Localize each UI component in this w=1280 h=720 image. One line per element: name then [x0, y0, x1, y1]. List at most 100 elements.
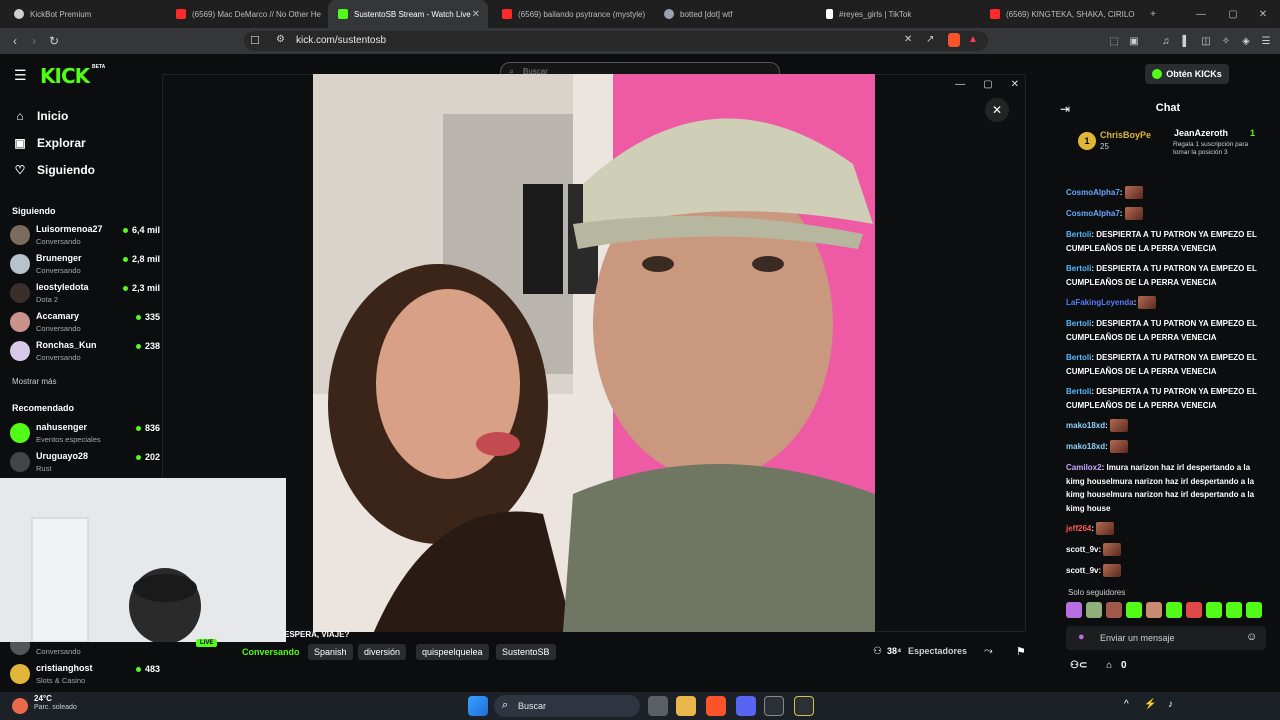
- discord-icon[interactable]: [736, 696, 756, 716]
- url-text[interactable]: kick.com/sustentosb: [296, 35, 386, 46]
- get-kicks-button[interactable]: Obtén KICKs: [1145, 64, 1229, 84]
- chat-username[interactable]: Bertoli: [1066, 387, 1091, 396]
- obs-icon[interactable]: [764, 696, 784, 716]
- browser-tab[interactable]: botted [dot] wtf: [654, 0, 816, 28]
- kick-logo[interactable]: KICK: [40, 64, 90, 88]
- chat-message[interactable]: CosmoAlpha7:: [1066, 207, 1268, 221]
- emote-icon[interactable]: [1226, 602, 1242, 618]
- second-gifter-name[interactable]: JeanAzeroth: [1174, 128, 1228, 138]
- minimize-button[interactable]: —: [1184, 0, 1218, 28]
- chat-username[interactable]: scott_9v: [1066, 566, 1098, 575]
- chat-message[interactable]: mako18xd:: [1066, 440, 1268, 454]
- maximize-icon[interactable]: ▢: [983, 79, 992, 90]
- browser-tab[interactable]: (6569) KINGTEKA, SHAKA, CIRILO Y: [980, 0, 1136, 28]
- gift-sub-prompt[interactable]: Regala 1 suscripción para tomar la posic…: [1173, 141, 1259, 157]
- microphone-icon[interactable]: ●: [1078, 631, 1085, 643]
- tray-chevron-icon[interactable]: ^: [1124, 699, 1129, 710]
- vpn-icon[interactable]: ◈: [1238, 33, 1254, 49]
- top-gifter-name[interactable]: ChrisBoyPe: [1100, 130, 1151, 140]
- share-icon[interactable]: ⤳: [984, 645, 993, 658]
- reload-button[interactable]: ↻: [45, 32, 63, 50]
- chat-message[interactable]: Bertoli: DESPIERTA A TU PATRON YA EMPEZO…: [1066, 228, 1268, 255]
- chat-message[interactable]: scott_9v:: [1066, 543, 1268, 557]
- browser-tab[interactable]: #reyes_girls | TikTok: [816, 0, 978, 28]
- app-icon[interactable]: [794, 696, 814, 716]
- share-icon[interactable]: ↗: [926, 34, 934, 45]
- minimize-icon[interactable]: —: [955, 79, 965, 90]
- chat-message[interactable]: LaFakingLeyenda:: [1066, 296, 1268, 310]
- channel-item[interactable]: Brunenger Conversando 2,8 mil: [10, 251, 160, 279]
- chat-message[interactable]: scott_9v:: [1066, 564, 1268, 578]
- stream-category[interactable]: Conversando: [242, 647, 300, 657]
- wallet-icon[interactable]: ◫: [1198, 33, 1214, 49]
- brave-browser-icon[interactable]: [706, 696, 726, 716]
- tab-close-icon[interactable]: ✕: [472, 9, 480, 20]
- weather-icon[interactable]: [12, 698, 28, 714]
- browser-tab[interactable]: KickBot Premium: [4, 0, 164, 28]
- close-icon[interactable]: ✕: [1011, 79, 1019, 90]
- chat-username[interactable]: scott_9v: [1066, 545, 1098, 554]
- chat-message[interactable]: mako18xd:: [1066, 419, 1268, 433]
- weather-temperature[interactable]: 24°C: [34, 694, 52, 703]
- browser-tab[interactable]: (6569) bailando psytrance (mystyle): [492, 0, 654, 28]
- file-explorer-icon[interactable]: [676, 696, 696, 716]
- chat-username[interactable]: jeff264: [1066, 524, 1091, 533]
- nav-following[interactable]: ♡ Siguiendo: [12, 163, 95, 177]
- task-view-icon[interactable]: [648, 696, 668, 716]
- channel-item[interactable]: leostyledota Dota 2 2,3 mil: [10, 280, 160, 308]
- sidebar-icon[interactable]: ▌: [1178, 33, 1194, 49]
- emote-icon[interactable]: [1066, 602, 1082, 618]
- extension-icon[interactable]: ⬚: [1106, 33, 1122, 49]
- hamburger-menu-icon[interactable]: ☰: [14, 67, 27, 84]
- report-icon[interactable]: ⚑: [1016, 645, 1026, 658]
- chat-message[interactable]: Bertoli: DESPIERTA A TU PATRON YA EMPEZO…: [1066, 262, 1268, 289]
- emote-icon[interactable]: [1086, 602, 1102, 618]
- emote-icon[interactable]: [1106, 602, 1122, 618]
- emote-icon[interactable]: [1146, 602, 1162, 618]
- channel-item[interactable]: nahusenger Eventos especiales 836: [10, 420, 160, 448]
- chat-username[interactable]: mako18xd: [1066, 421, 1105, 430]
- chat-username[interactable]: Bertoli: [1066, 264, 1091, 273]
- nav-explore[interactable]: ▣ Explorar: [12, 136, 85, 150]
- weather-description[interactable]: Parc. soleado: [34, 704, 77, 711]
- chat-username[interactable]: mako18xd: [1066, 442, 1105, 451]
- mute-icon[interactable]: ✕: [904, 34, 912, 45]
- chat-username[interactable]: CosmoAlpha7: [1066, 188, 1120, 197]
- channel-item[interactable]: cristianghost Slots & Casino 483: [10, 661, 160, 689]
- emote-icon[interactable]: [1246, 602, 1262, 618]
- kicks-icon[interactable]: ⚇⊂: [1070, 660, 1087, 671]
- maximize-button[interactable]: ▢: [1216, 0, 1250, 28]
- browser-tab-active[interactable]: SustentoSB Stream - Watch Live ✕: [328, 0, 488, 28]
- site-info-icon[interactable]: ⚙: [276, 34, 285, 45]
- emote-icon[interactable]: [1166, 602, 1182, 618]
- tag-spanish[interactable]: Spanish: [308, 644, 353, 660]
- emote-icon[interactable]: [1186, 602, 1202, 618]
- menu-icon[interactable]: ☰: [1258, 33, 1274, 49]
- chat-username[interactable]: Bertoli: [1066, 319, 1091, 328]
- screenshot-icon[interactable]: ▣: [1126, 33, 1142, 49]
- tag-quispeelquelea[interactable]: quispeelquelea: [416, 644, 489, 660]
- channel-item[interactable]: Accamary Conversando 335: [10, 309, 160, 337]
- tag-sustentosb[interactable]: SustentoSB: [496, 644, 556, 660]
- chat-message[interactable]: Bertoli: DESPIERTA A TU PATRON YA EMPEZO…: [1066, 317, 1268, 344]
- chat-message[interactable]: jeff264:: [1066, 522, 1268, 536]
- close-window-button[interactable]: ✕: [1246, 0, 1280, 28]
- chat-username[interactable]: LaFakingLeyenda: [1066, 298, 1134, 307]
- volume-icon[interactable]: ♪: [1168, 699, 1173, 710]
- selfie-photo[interactable]: [313, 74, 875, 632]
- tag-diversion[interactable]: diversión: [358, 644, 407, 660]
- channel-item[interactable]: Luisormenoa27 Conversando 6,4 mil: [10, 222, 160, 250]
- chat-input[interactable]: ● Enviar un mensaje ☺: [1066, 626, 1266, 650]
- chat-message[interactable]: Camilox2: lmura narizon haz irl desperta…: [1066, 461, 1268, 515]
- network-icon[interactable]: ⚡: [1144, 699, 1156, 710]
- chat-username[interactable]: CosmoAlpha7: [1066, 209, 1120, 218]
- emoji-icon[interactable]: ☺: [1246, 631, 1257, 643]
- chat-message[interactable]: CosmoAlpha7:: [1066, 186, 1268, 200]
- brave-shield-icon[interactable]: [948, 33, 960, 47]
- chat-message[interactable]: Bertoli: DESPIERTA A TU PATRON YA EMPEZO…: [1066, 385, 1268, 412]
- brave-rewards-icon[interactable]: ▲: [968, 34, 978, 45]
- chat-username[interactable]: Bertoli: [1066, 230, 1091, 239]
- windows-start-icon[interactable]: [468, 696, 488, 716]
- browser-tab[interactable]: (6569) Mac DeMarco // No Other He: [166, 0, 328, 28]
- channel-item[interactable]: Uruguayo28 Rust 202: [10, 449, 160, 477]
